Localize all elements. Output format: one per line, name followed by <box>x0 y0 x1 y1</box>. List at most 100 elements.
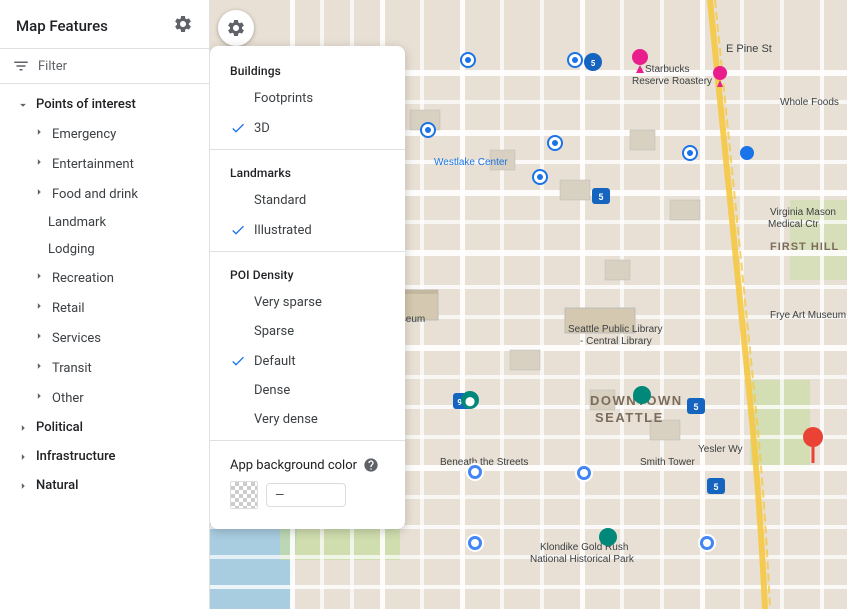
gear-icon[interactable] <box>173 14 193 38</box>
chevron-right-icon <box>32 329 46 347</box>
very-dense-label: Very dense <box>254 412 318 427</box>
sidebar-item-other[interactable]: Other <box>0 383 209 413</box>
sidebar-item-transit[interactable]: Transit <box>0 353 209 383</box>
default-label: Default <box>254 354 296 369</box>
sidebar-item-entertainment[interactable]: Entertainment <box>0 149 209 179</box>
sparse-label: Sparse <box>254 324 294 339</box>
svg-text:Medical Ctr: Medical Ctr <box>768 219 819 230</box>
dropdown-item-illustrated[interactable]: Illustrated <box>210 215 405 245</box>
settings-icon <box>226 18 246 38</box>
svg-text:Starbucks: Starbucks <box>645 64 689 75</box>
sidebar-item-emergency-label: Emergency <box>52 127 116 142</box>
sidebar-item-retail[interactable]: Retail <box>0 293 209 323</box>
color-input-box[interactable]: — <box>266 483 346 507</box>
svg-text:Yesler Wy: Yesler Wy <box>698 444 743 455</box>
filter-bar[interactable]: Filter <box>0 49 209 84</box>
svg-text:Whole Foods: Whole Foods <box>780 97 839 108</box>
chevron-right-icon <box>32 299 46 317</box>
svg-text:- Central Library: - Central Library <box>580 336 652 347</box>
dropdown-item-very-sparse[interactable]: Very sparse <box>210 288 405 317</box>
svg-text:5: 5 <box>591 59 596 68</box>
check-icon-default <box>230 353 246 369</box>
chevron-right-icon <box>32 185 46 203</box>
svg-text:Beneath the Streets: Beneath the Streets <box>440 457 528 468</box>
chevron-right-icon <box>16 421 30 435</box>
svg-text:Westlake Center: Westlake Center <box>434 157 508 168</box>
divider-3 <box>210 440 405 441</box>
svg-text:Smith Tower: Smith Tower <box>640 457 696 468</box>
svg-text:5: 5 <box>713 483 718 493</box>
color-picker-row: — <box>230 481 385 509</box>
footprints-label: Footprints <box>254 91 313 106</box>
svg-text:Reserve Roastery: Reserve Roastery <box>632 76 712 87</box>
sidebar-item-entertainment-label: Entertainment <box>52 157 134 172</box>
map-settings-button[interactable] <box>218 10 254 46</box>
filter-icon <box>12 57 30 75</box>
buildings-section-label: Buildings <box>210 54 405 84</box>
chevron-right-icon <box>32 155 46 173</box>
dropdown-item-very-dense[interactable]: Very dense <box>210 405 405 434</box>
dropdown-item-3d[interactable]: 3D <box>210 113 405 143</box>
chevron-down-icon <box>16 98 30 112</box>
chevron-right-icon <box>16 479 30 493</box>
sidebar-item-lodging[interactable]: Lodging <box>0 236 209 263</box>
chevron-right-icon <box>16 450 30 464</box>
sidebar-item-recreation-label: Recreation <box>52 271 114 286</box>
sidebar-item-retail-label: Retail <box>52 301 85 316</box>
app-bg-text: App background color <box>230 458 357 473</box>
sidebar-item-transit-label: Transit <box>52 361 92 376</box>
svg-text:Virginia Mason: Virginia Mason <box>770 207 836 218</box>
svg-text:5: 5 <box>693 403 698 413</box>
sidebar-item-services-label: Services <box>52 331 101 346</box>
nav-section: Points of interest Emergency Entertainme… <box>0 84 209 506</box>
sidebar-item-lodging-label: Lodging <box>48 242 95 257</box>
sidebar-item-landmark[interactable]: Landmark <box>0 209 209 236</box>
sidebar-item-infrastructure-label: Infrastructure <box>36 449 116 464</box>
sidebar-item-food-drink[interactable]: Food and drink <box>0 179 209 209</box>
dropdown-item-dense[interactable]: Dense <box>210 376 405 405</box>
svg-text:Klondike Gold Rush: Klondike Gold Rush <box>540 542 628 553</box>
svg-text:⬤: ⬤ <box>465 397 475 407</box>
svg-text:5: 5 <box>598 193 603 203</box>
illustrated-label: Illustrated <box>254 223 312 238</box>
map-area: 5 5 5 5 99 E Pine St Westlake Center Who… <box>210 0 847 609</box>
divider-1 <box>210 149 405 150</box>
sidebar-item-recreation[interactable]: Recreation <box>0 263 209 293</box>
sidebar-item-landmark-label: Landmark <box>48 215 106 230</box>
sidebar-item-infrastructure[interactable]: Infrastructure <box>0 442 209 471</box>
svg-text:E Pine St: E Pine St <box>726 43 772 55</box>
sidebar-title: Map Features <box>16 17 108 35</box>
check-icon-illustrated <box>230 222 246 238</box>
app-bg-section: App background color — <box>210 447 405 521</box>
divider-2 <box>210 251 405 252</box>
dropdown-item-default[interactable]: Default <box>210 346 405 376</box>
sidebar-item-political-label: Political <box>36 420 83 435</box>
chevron-right-icon <box>32 359 46 377</box>
sidebar-item-political[interactable]: Political <box>0 413 209 442</box>
dropdown-item-sparse[interactable]: Sparse <box>210 317 405 346</box>
sidebar-header: Map Features <box>0 0 209 49</box>
dropdown-panel: Buildings Footprints 3D Landmarks Standa… <box>210 46 405 529</box>
sidebar-item-poi[interactable]: Points of interest <box>0 90 209 119</box>
sidebar-item-emergency[interactable]: Emergency <box>0 119 209 149</box>
landmarks-section-label: Landmarks <box>210 156 405 186</box>
svg-text:Frye Art Museum: Frye Art Museum <box>770 310 846 321</box>
svg-text:National Historical Park: National Historical Park <box>530 554 635 565</box>
sidebar-item-food-drink-label: Food and drink <box>52 187 138 202</box>
svg-text:FIRST HILL: FIRST HILL <box>770 241 839 253</box>
dropdown-item-footprints[interactable]: Footprints <box>210 84 405 113</box>
dropdown-item-standard[interactable]: Standard <box>210 186 405 215</box>
filter-label: Filter <box>38 59 67 74</box>
help-icon[interactable] <box>363 457 379 473</box>
standard-label: Standard <box>254 193 306 208</box>
sidebar-item-poi-label: Points of interest <box>36 97 136 112</box>
very-sparse-label: Very sparse <box>254 295 322 310</box>
sidebar: Map Features Filter Points of interest E… <box>0 0 210 609</box>
check-icon-3d <box>230 120 246 136</box>
dense-label: Dense <box>254 383 290 398</box>
color-checker-swatch[interactable] <box>230 481 258 509</box>
sidebar-item-services[interactable]: Services <box>0 323 209 353</box>
svg-text:Seattle Public Library: Seattle Public Library <box>568 324 663 335</box>
chevron-right-icon <box>32 269 46 287</box>
sidebar-item-natural[interactable]: Natural <box>0 471 209 500</box>
